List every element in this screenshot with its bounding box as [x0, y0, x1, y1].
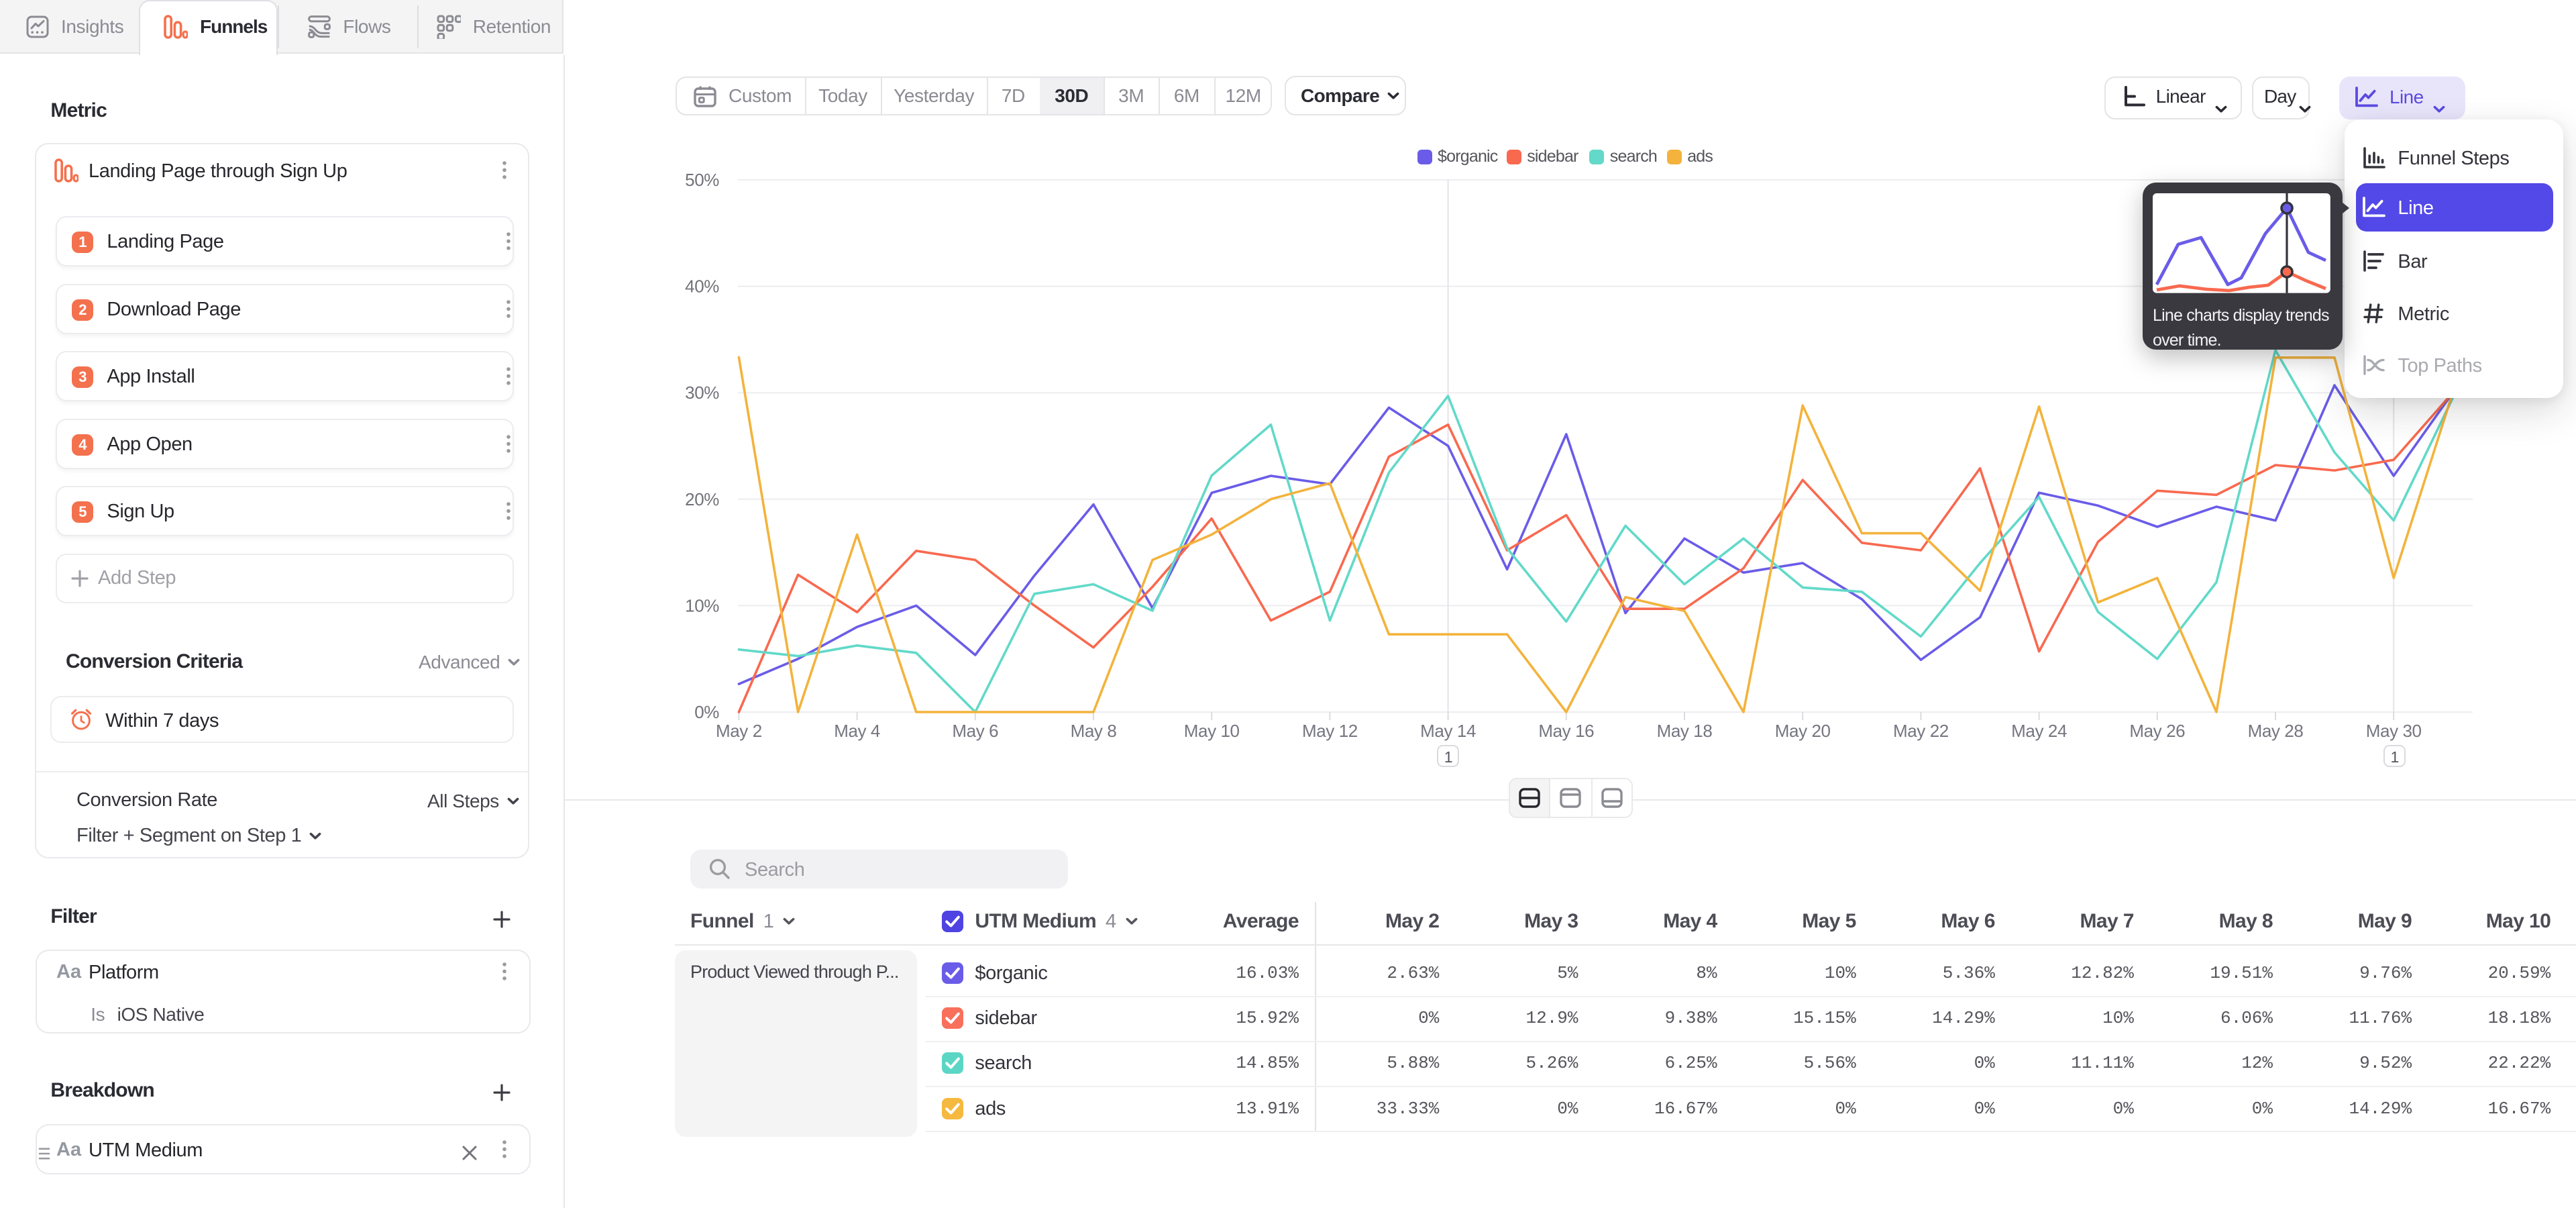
svg-text:May 16: May 16 [1538, 721, 1594, 741]
svg-text:30%: 30% [685, 383, 719, 403]
svg-text:May 20: May 20 [1775, 721, 1831, 741]
svg-text:May 4: May 4 [834, 721, 880, 741]
svg-text:May 8: May 8 [1071, 721, 1117, 741]
svg-text:May 14: May 14 [1420, 721, 1476, 741]
svg-text:May 6: May 6 [952, 721, 998, 741]
svg-text:10%: 10% [685, 595, 719, 615]
svg-text:40%: 40% [685, 276, 719, 297]
svg-text:50%: 50% [685, 170, 719, 190]
svg-text:May 24: May 24 [2011, 721, 2067, 741]
svg-text:0%: 0% [694, 702, 719, 722]
svg-text:May 12: May 12 [1302, 721, 1358, 741]
svg-text:May 18: May 18 [1657, 721, 1713, 741]
svg-text:May 28: May 28 [2248, 721, 2304, 741]
svg-text:May 22: May 22 [1893, 721, 1949, 741]
svg-text:May 10: May 10 [1184, 721, 1240, 741]
svg-text:May 2: May 2 [716, 721, 762, 741]
svg-text:May 26: May 26 [2129, 721, 2185, 741]
svg-text:20%: 20% [685, 489, 719, 509]
svg-text:May 30: May 30 [2366, 721, 2422, 741]
